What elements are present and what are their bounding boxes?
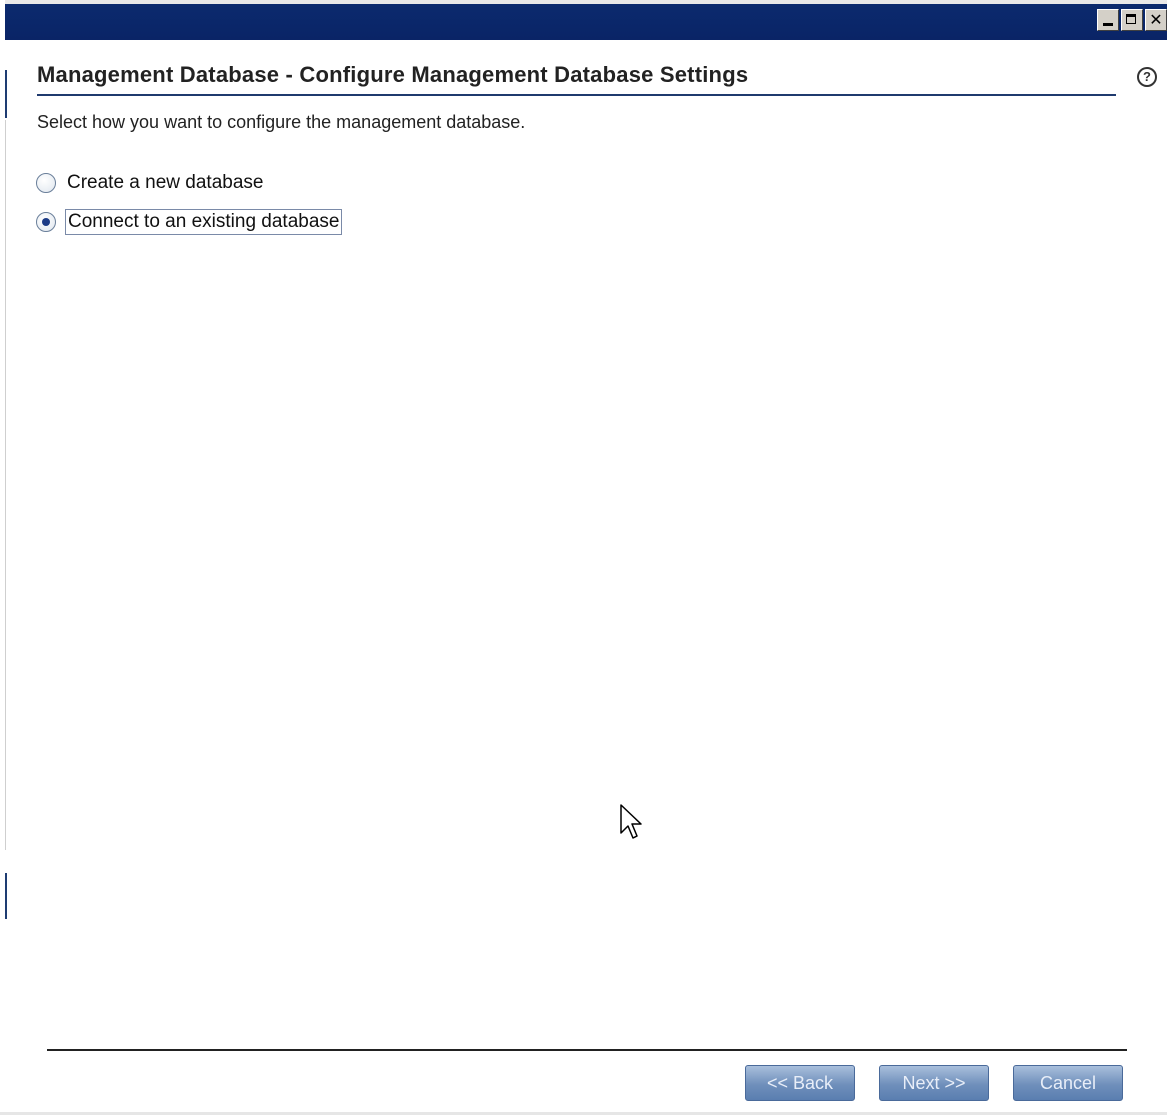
cancel-button[interactable]: Cancel [1013,1065,1123,1101]
left-edge-marker [5,873,7,919]
next-button[interactable]: Next >> [879,1065,989,1101]
instructions-text: Select how you want to configure the man… [37,112,526,132]
mouse-cursor-icon [620,804,642,839]
left-edge-marker [5,70,7,118]
title-divider [37,94,1116,96]
page-title: Management Database - Configure Manageme… [37,62,749,87]
close-button[interactable]: ✕ [1145,9,1167,31]
option-label: Connect to an existing database [65,209,343,235]
help-icon[interactable]: ? [1137,67,1157,87]
radio-button[interactable] [36,173,56,193]
option-create-new-database[interactable]: Create a new database [36,171,265,195]
left-edge-line [5,120,6,850]
back-button[interactable]: << Back [745,1065,855,1101]
window-controls: ✕ [1097,9,1167,31]
wizard-window: ✕ Management Database - Configure Manage… [0,0,1167,1115]
footer-divider [47,1049,1127,1051]
option-connect-existing-database[interactable]: Connect to an existing database [36,209,343,235]
option-label: Create a new database [67,172,264,193]
minimize-button[interactable] [1097,9,1119,31]
maximize-button[interactable] [1121,9,1143,31]
title-bar: ✕ [5,0,1167,40]
radio-button-selected[interactable] [36,212,56,232]
